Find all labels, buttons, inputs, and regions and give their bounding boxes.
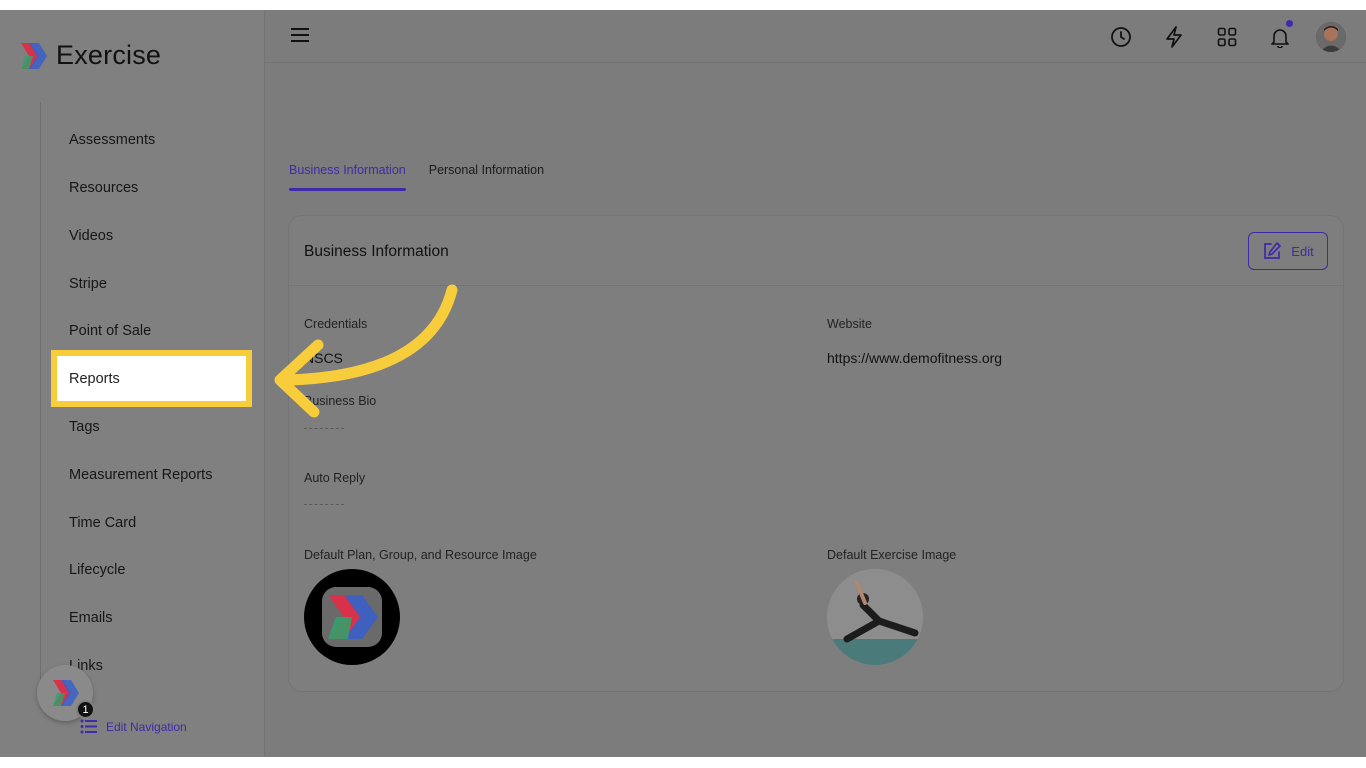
sidebar: Exercise Assessments Resources Videos St… <box>0 10 265 757</box>
default-exercise-image-label: Default Exercise Image <box>827 548 957 562</box>
sidebar-item-videos[interactable]: Videos <box>69 228 113 244</box>
edit-icon <box>1264 242 1282 259</box>
business-bio-empty <box>304 428 344 429</box>
top-bar <box>265 10 1366 63</box>
notification-dot <box>1286 20 1293 27</box>
tab-business-information[interactable]: Business Information <box>289 163 406 191</box>
plan-logo-image <box>322 587 382 647</box>
app-title: Exercise <box>56 40 162 70</box>
user-avatar[interactable] <box>1316 22 1346 52</box>
app-logo[interactable]: Exercise <box>19 40 161 71</box>
hamburger-icon <box>291 28 309 42</box>
sidebar-item-reports[interactable]: Reports <box>51 350 252 407</box>
history-button[interactable] <box>1104 20 1138 54</box>
lightning-icon <box>1166 26 1182 48</box>
sidebar-item-stripe[interactable]: Stripe <box>69 276 107 292</box>
sidebar-item-tags[interactable]: Tags <box>69 419 100 435</box>
apps-button[interactable] <box>1210 20 1244 54</box>
quick-actions-button[interactable] <box>1157 20 1191 54</box>
app-frame: Exercise Assessments Resources Videos St… <box>0 10 1366 757</box>
sidebar-item-measurement-reports[interactable]: Measurement Reports <box>69 467 212 483</box>
website-label: Website <box>827 317 872 331</box>
auto-reply-empty <box>304 504 344 505</box>
edit-navigation-link[interactable]: Edit Navigation <box>80 719 187 734</box>
card-title: Business Information <box>304 243 449 260</box>
app-logo-icon <box>21 42 47 69</box>
credentials-label: Credentials <box>304 317 368 331</box>
sidebar-item-point-of-sale[interactable]: Point of Sale <box>69 323 151 339</box>
notification-count-badge: 1 <box>76 700 95 719</box>
sidebar-item-assessments[interactable]: Assessments <box>69 132 155 148</box>
list-icon <box>80 719 97 734</box>
auto-reply-label: Auto Reply <box>304 471 366 485</box>
menu-toggle-button[interactable] <box>291 27 309 48</box>
clock-icon <box>1111 27 1131 47</box>
top-actions <box>1085 20 1346 54</box>
edit-navigation-label: Edit Navigation <box>106 719 187 734</box>
nav-rail <box>40 102 41 702</box>
card-header: Business Information Edit <box>289 216 1343 286</box>
sidebar-item-resources[interactable]: Resources <box>69 180 138 196</box>
website-value: https://www.demofitness.org <box>827 350 1003 366</box>
avatar-image <box>1316 22 1346 52</box>
credentials-value: NSCS <box>304 350 343 366</box>
bell-icon <box>1271 29 1289 48</box>
edit-button-label: Edit <box>1291 243 1314 259</box>
edit-button[interactable]: Edit <box>1248 232 1328 270</box>
sidebar-item-reports-label: Reports <box>69 371 120 387</box>
grid-icon <box>1217 27 1237 47</box>
exercise-photo-image <box>827 569 923 665</box>
notifications-button[interactable] <box>1263 20 1297 54</box>
business-bio-label: Business Bio <box>304 394 377 408</box>
tab-personal-information[interactable]: Personal Information <box>429 163 544 191</box>
sidebar-item-emails[interactable]: Emails <box>69 610 113 626</box>
profile-tabs: Business Information Personal Informatio… <box>289 163 567 191</box>
default-plan-image[interactable] <box>304 569 400 665</box>
default-plan-image-label: Default Plan, Group, and Resource Image <box>304 548 537 562</box>
default-exercise-image[interactable] <box>827 569 923 665</box>
sidebar-item-lifecycle[interactable]: Lifecycle <box>69 562 125 578</box>
launcher-logo-icon <box>53 680 79 706</box>
business-information-card: Business Information Edit Credentials NS… <box>288 215 1344 692</box>
sidebar-item-time-card[interactable]: Time Card <box>69 515 136 531</box>
